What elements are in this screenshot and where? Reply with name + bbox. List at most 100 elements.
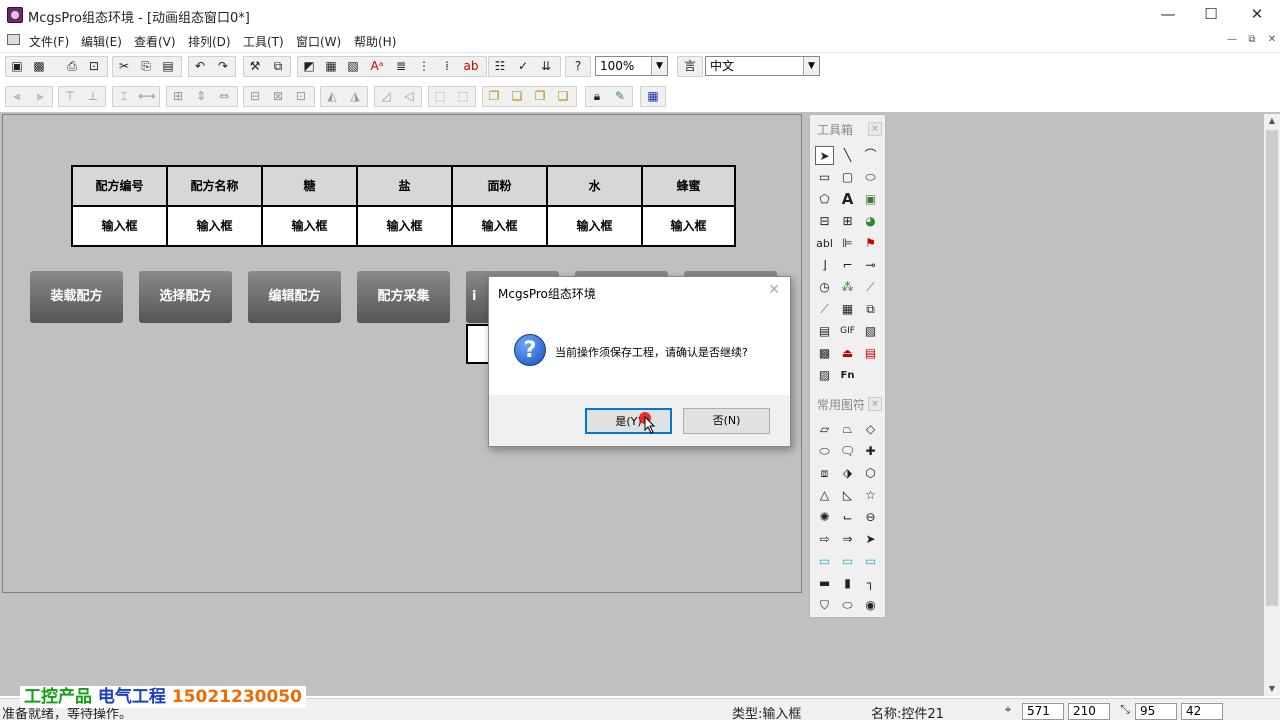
- toolbox-close-button[interactable]: ×: [868, 122, 882, 136]
- pump-icon[interactable]: ◉: [861, 596, 880, 615]
- edit-recipe-button[interactable]: 编辑配方: [248, 271, 341, 323]
- menu-edit[interactable]: 编辑(E): [81, 33, 122, 50]
- bitmap-icon[interactable]: ▣: [861, 190, 880, 209]
- mdi-restore-button[interactable]: ⧉: [1245, 34, 1259, 46]
- select-recipe-button[interactable]: 选择配方: [139, 271, 232, 323]
- slider-icon[interactable]: ⊫: [838, 234, 857, 253]
- recipe-table[interactable]: 配方编号 配方名称 糖 盐 面粉 水 蜂蜜 输入框 输入框 输入框 输入框 输入…: [71, 165, 736, 247]
- pointer-arrow-icon[interactable]: ➤: [861, 530, 880, 549]
- save-icon[interactable]: ▩: [29, 57, 49, 76]
- callout-icon[interactable]: 🗨︎: [838, 442, 857, 461]
- text-icon[interactable]: ab: [461, 57, 481, 76]
- input-box-cell[interactable]: 输入框: [168, 207, 263, 245]
- seal-icon[interactable]: ✺: [815, 508, 834, 527]
- input-box-cell[interactable]: 输入框: [263, 207, 358, 245]
- scroll-thumb[interactable]: [1266, 130, 1278, 606]
- cube-icon[interactable]: ⧈: [815, 464, 834, 483]
- arrow-right-icon[interactable]: ⇒: [838, 530, 857, 549]
- pipe-icon[interactable]: ⌋: [815, 256, 834, 275]
- frame-2-icon[interactable]: ▭: [838, 552, 857, 571]
- indicator-icon[interactable]: ⁂: [838, 278, 857, 297]
- input-box-cell[interactable]: 输入框: [548, 207, 643, 245]
- rectangle-icon[interactable]: ▭: [815, 168, 834, 187]
- new-window-icon[interactable]: ▣: [7, 57, 27, 76]
- center-horizontal-icon[interactable]: ⟷: [137, 87, 157, 106]
- input-box-cell[interactable]: 输入框: [453, 207, 548, 245]
- line-width-icon[interactable]: ≣: [391, 57, 411, 76]
- collect-recipe-button[interactable]: 配方采集: [357, 271, 450, 323]
- properties-icon[interactable]: ☷: [490, 57, 510, 76]
- check-icon[interactable]: ✓: [513, 57, 533, 76]
- arc-icon[interactable]: ⌒: [861, 146, 880, 165]
- center-vertical-icon[interactable]: ⌶: [114, 87, 134, 106]
- gif-icon[interactable]: GIF: [838, 322, 857, 341]
- frame-3-icon[interactable]: ▭: [861, 552, 880, 571]
- space-h-icon[interactable]: ⊟: [245, 87, 265, 106]
- hexagon-icon[interactable]: ⬡: [861, 464, 880, 483]
- grid-layout-icon[interactable]: ▦: [643, 87, 663, 106]
- connector-icon[interactable]: ⊸: [861, 256, 880, 275]
- language-select[interactable]: 中文 ▼: [705, 56, 820, 76]
- bring-front-icon[interactable]: ❐: [484, 87, 504, 106]
- button-icon[interactable]: ⊟: [815, 212, 834, 231]
- same-height-icon[interactable]: ⇕: [191, 87, 211, 106]
- animation-button-icon[interactable]: ◕: [861, 212, 880, 231]
- valve-icon[interactable]: ⛉: [815, 596, 834, 615]
- yes-button[interactable]: 是(Y): [585, 408, 672, 434]
- redo-icon[interactable]: ↷: [213, 57, 233, 76]
- fill-color-icon[interactable]: ◩: [299, 57, 319, 76]
- menu-arrange[interactable]: 排列(D): [188, 33, 231, 50]
- print-icon[interactable]: ⎙: [62, 57, 82, 76]
- dialog-close-button[interactable]: ✕: [768, 282, 780, 298]
- cut-icon[interactable]: ✂: [114, 57, 134, 76]
- font-icon[interactable]: Aᵃ: [367, 57, 387, 76]
- triangle-icon[interactable]: △: [815, 486, 834, 505]
- cross-icon[interactable]: ✚: [861, 442, 880, 461]
- diamond-icon[interactable]: ◇: [861, 420, 880, 439]
- space-even-icon[interactable]: ⊡: [291, 87, 311, 106]
- qrcode-icon[interactable]: ▩: [815, 344, 834, 363]
- minimize-button[interactable]: —: [1160, 6, 1176, 22]
- mdi-document-icon[interactable]: [7, 34, 20, 45]
- parallelogram-icon[interactable]: ▱: [815, 420, 834, 439]
- send-back-icon[interactable]: ❏: [507, 87, 527, 106]
- font-color-icon[interactable]: ▧: [343, 57, 363, 76]
- tools-icon[interactable]: ⚒: [245, 57, 265, 76]
- input-box-icon[interactable]: abl: [815, 234, 834, 253]
- rotate-right-icon[interactable]: ◮: [345, 87, 365, 106]
- menu-file[interactable]: 文件(F): [29, 33, 69, 50]
- line-style-icon[interactable]: ⋮: [414, 57, 434, 76]
- trapezoid-icon[interactable]: ⏢: [838, 420, 857, 439]
- paste-icon[interactable]: ▤: [158, 57, 178, 76]
- v-pipe-icon[interactable]: ▮: [838, 574, 857, 593]
- flip-h-icon[interactable]: ◿: [376, 87, 396, 106]
- maximize-button[interactable]: ☐: [1203, 6, 1219, 22]
- close-button[interactable]: ✕: [1249, 6, 1265, 22]
- unlock-icon[interactable]: ✎: [610, 87, 630, 106]
- rounded-rect-icon[interactable]: ▢: [838, 168, 857, 187]
- align-bottom-icon[interactable]: ⊥: [83, 87, 103, 106]
- print-preview-icon[interactable]: ⊡: [84, 57, 104, 76]
- line-icon[interactable]: ╲: [838, 146, 857, 165]
- step-icon[interactable]: ⌙: [838, 508, 857, 527]
- function-icon[interactable]: Fn: [838, 366, 857, 385]
- trend-icon[interactable]: ⟋: [861, 278, 880, 297]
- picture-icon[interactable]: ▧: [861, 322, 880, 341]
- copy-icon[interactable]: ⎘: [136, 57, 156, 76]
- load-recipe-button[interactable]: 装载配方: [30, 271, 123, 323]
- tag-icon[interactable]: ⬗: [838, 464, 857, 483]
- align-top-icon[interactable]: ⊤: [60, 87, 80, 106]
- layers-icon[interactable]: ⧉: [268, 57, 288, 76]
- ungroup-icon[interactable]: ⬚: [453, 87, 473, 106]
- zoom-select[interactable]: 100% ▼: [595, 56, 668, 76]
- group-icon[interactable]: ⬚: [430, 87, 450, 106]
- rotate-left-icon[interactable]: ◭: [322, 87, 342, 106]
- label-icon[interactable]: A: [838, 190, 857, 209]
- table-icon[interactable]: ▦: [838, 300, 857, 319]
- arrow-right-outline-icon[interactable]: ⇨: [815, 530, 834, 549]
- lock-icon[interactable]: 🔒︎: [587, 87, 607, 106]
- input-box-cell[interactable]: 输入框: [73, 207, 168, 245]
- sort-icon[interactable]: ⇊: [536, 57, 556, 76]
- line-color-icon[interactable]: ▦: [321, 57, 341, 76]
- space-v-icon[interactable]: ⊠: [268, 87, 288, 106]
